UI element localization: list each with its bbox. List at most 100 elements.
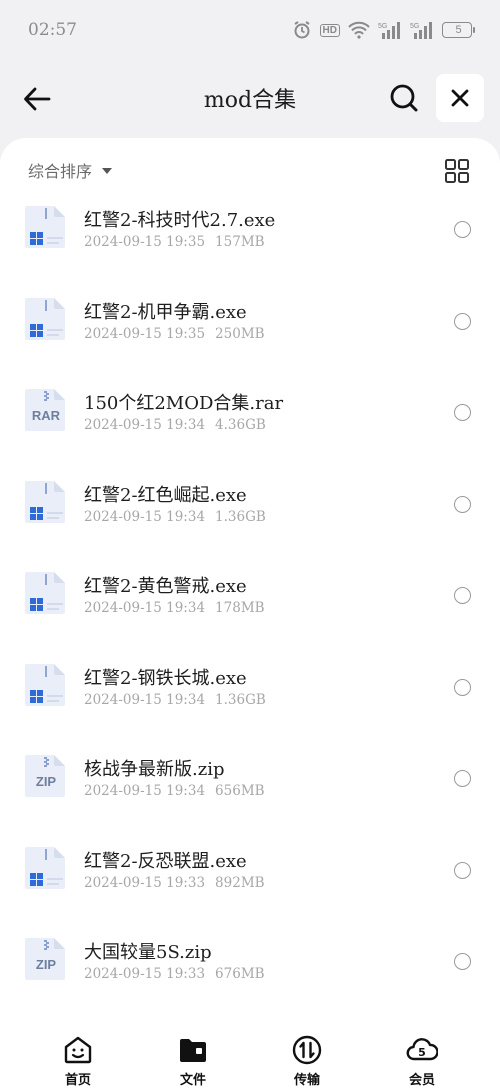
file-meta: 2024-09-15 19:34 1.36GB xyxy=(84,509,266,525)
file-meta: 2024-09-15 19:34 1.36GB xyxy=(84,692,266,708)
file-date: 2024-09-15 19:34 xyxy=(84,600,206,616)
file-meta: 2024-09-15 19:34 656MB xyxy=(84,783,265,799)
file-row[interactable]: ZIP 大国较量5S.zip 2024-09-15 19:33 676MB xyxy=(0,918,500,1010)
file-date: 2024-09-15 19:34 xyxy=(84,417,206,433)
svg-text:5: 5 xyxy=(418,1046,426,1059)
search-icon xyxy=(390,84,418,112)
file-name: 红警2-黄色警戒.exe xyxy=(84,576,247,597)
exe-file-icon xyxy=(23,845,69,891)
nav-transfer[interactable]: 传输 xyxy=(272,1034,342,1088)
grid-view-button[interactable] xyxy=(444,158,470,184)
file-meta: 2024-09-15 19:35 157MB xyxy=(84,234,265,250)
file-meta: 2024-09-15 19:34 4.36GB xyxy=(84,417,266,433)
file-row[interactable]: 红警2-机甲争霸.exe 2024-09-15 19:35 250MB xyxy=(0,278,500,370)
file-name: 红警2-红色崛起.exe xyxy=(84,484,247,506)
file-date: 2024-09-15 19:35 xyxy=(84,234,206,250)
file-date: 2024-09-15 19:33 xyxy=(84,874,206,891)
cell-signal-2-icon: 5G xyxy=(410,20,434,40)
exe-file-icon xyxy=(23,662,69,708)
file-meta: 2024-09-15 19:35 250MB xyxy=(84,326,265,342)
back-button[interactable] xyxy=(20,82,54,116)
nav-transfer-label: 传输 xyxy=(293,1073,320,1088)
status-bar: 02:57 HD 5G 5G 5 xyxy=(0,0,500,60)
file-meta: 2024-09-15 19:33 892MB xyxy=(84,875,265,891)
alarm-icon xyxy=(292,20,312,40)
file-list: 红警2-科技时代2.7.exe 2024-09-15 19:35 157MB 红警2-… xyxy=(0,186,500,1010)
exe-file-icon xyxy=(23,296,69,342)
select-radio[interactable] xyxy=(454,678,471,696)
file-size: 250MB xyxy=(215,325,265,342)
file-type-badge: ZIP xyxy=(35,774,57,789)
exe-file-icon xyxy=(23,204,69,250)
sort-label: 综合排序 xyxy=(28,162,93,181)
file-name: 红警2-反恐联盟.exe xyxy=(84,850,247,872)
page-title: mod合集 xyxy=(203,88,297,113)
close-button[interactable] xyxy=(436,74,484,122)
file-size: 157MB xyxy=(215,234,265,250)
caret-down-icon xyxy=(102,168,113,174)
file-row[interactable]: ZIP 核战争最新版.zip 2024-09-15 19:34 656MB xyxy=(0,735,500,827)
zip-archive-icon: ZIP xyxy=(23,936,69,982)
file-size: 676MB xyxy=(215,966,265,982)
file-name: 150个红2MOD合集.rar xyxy=(84,393,284,414)
file-name: 红警2-钢铁长城.exe xyxy=(84,667,247,689)
file-size: 178MB xyxy=(215,600,265,616)
grid-icon xyxy=(445,159,469,183)
select-radio[interactable] xyxy=(454,495,471,513)
file-date: 2024-09-15 19:35 xyxy=(84,325,206,342)
file-row[interactable]: 红警2-红色崛起.exe 2024-09-15 19:34 1.36GB xyxy=(0,461,500,553)
file-size: 1.36GB xyxy=(215,691,266,708)
file-date: 2024-09-15 19:34 xyxy=(84,691,206,708)
nav-home[interactable]: 首页 xyxy=(43,1034,113,1088)
wifi-icon xyxy=(348,21,370,39)
search-button[interactable] xyxy=(386,80,422,116)
file-row[interactable]: 红警2-黄色警戒.exe 2024-09-15 19:34 178MB xyxy=(0,552,500,644)
select-radio[interactable] xyxy=(454,770,471,787)
file-date: 2024-09-15 19:34 xyxy=(84,508,206,525)
file-name: 核战争最新版.zip xyxy=(84,759,225,780)
file-name: 红警2-科技时代2.7.exe xyxy=(84,210,276,231)
select-radio[interactable] xyxy=(454,953,471,970)
file-name: 大国较量5S.zip xyxy=(84,942,212,963)
zip-archive-icon: ZIP xyxy=(23,753,69,799)
hd-voice-icon: HD xyxy=(319,23,340,37)
file-meta: 2024-09-15 19:34 178MB xyxy=(84,600,265,616)
file-size: 656MB xyxy=(215,783,265,799)
exe-file-icon xyxy=(23,479,69,525)
cloud-member-icon: 5 xyxy=(406,1038,438,1061)
cell-signal-1-icon: 5G xyxy=(378,20,402,40)
status-time: 02:57 xyxy=(28,20,77,40)
nav-member-label: 会员 xyxy=(408,1073,435,1088)
nav-files[interactable]: 文件 xyxy=(158,1034,228,1088)
arrow-left-icon xyxy=(24,87,51,111)
nav-home-label: 首页 xyxy=(64,1073,91,1088)
file-meta: 2024-09-15 19:33 676MB xyxy=(84,966,265,982)
transfer-icon xyxy=(292,1035,322,1065)
nav-files-label: 文件 xyxy=(179,1073,206,1088)
select-radio[interactable] xyxy=(454,861,471,879)
select-radio[interactable] xyxy=(454,221,471,238)
file-row[interactable]: 红警2-反恐联盟.exe 2024-09-15 19:33 892MB xyxy=(0,827,500,919)
nav-member[interactable]: 5 会员 xyxy=(387,1034,457,1088)
select-radio[interactable] xyxy=(454,312,471,330)
close-icon xyxy=(451,89,469,107)
file-row[interactable]: RAR 150个红2MOD合集.rar 2024-09-15 19:34 4.36GB xyxy=(0,369,500,461)
file-row[interactable]: 红警2-钢铁长城.exe 2024-09-15 19:34 1.36GB xyxy=(0,644,500,736)
svg-text:5G: 5G xyxy=(410,23,419,30)
header-bar: mod合集 xyxy=(0,60,500,140)
battery-icon: 5 xyxy=(442,22,475,38)
svg-text:5G: 5G xyxy=(378,23,387,30)
file-row[interactable]: 红警2-科技时代2.7.exe 2024-09-15 19:35 157MB xyxy=(0,186,500,278)
bottom-nav: 首页 文件 传输 5 会员 xyxy=(0,1022,500,1090)
file-size: 1.36GB xyxy=(215,508,266,525)
select-radio[interactable] xyxy=(454,404,471,421)
file-name: 红警2-机甲争霸.exe xyxy=(84,301,247,323)
file-date: 2024-09-15 19:34 xyxy=(84,783,206,799)
sort-dropdown[interactable]: 综合排序 xyxy=(28,158,113,182)
exe-file-icon xyxy=(23,570,69,616)
select-radio[interactable] xyxy=(454,587,471,604)
file-panel: 综合排序 红警2-科技时代2.7.exe 2024-09-15 19:35 157M… xyxy=(0,138,500,1090)
file-type-badge: RAR xyxy=(31,408,61,423)
file-size: 892MB xyxy=(215,874,265,891)
file-type-badge: ZIP xyxy=(35,957,57,972)
